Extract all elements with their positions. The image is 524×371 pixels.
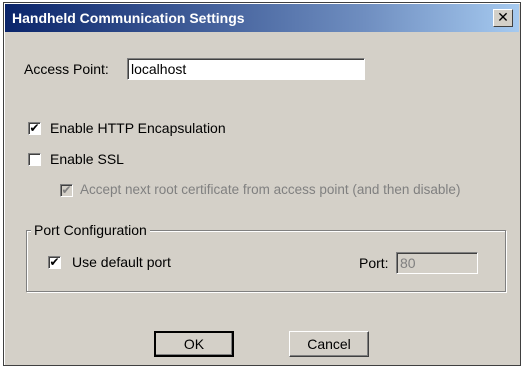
title-bar[interactable]: Handheld Communication Settings ✕ xyxy=(5,4,519,32)
access-point-input[interactable] xyxy=(127,58,365,80)
check-icon: ✔ xyxy=(49,255,60,269)
ok-button[interactable]: OK xyxy=(154,331,234,357)
accept-root-cert-checkbox: ✔ xyxy=(60,184,73,197)
port-input xyxy=(396,252,478,274)
http-encapsulation-label[interactable]: Enable HTTP Encapsulation xyxy=(50,120,226,136)
close-button[interactable]: ✕ xyxy=(493,9,513,27)
enable-ssl-label[interactable]: Enable SSL xyxy=(50,151,124,167)
port-configuration-legend: Port Configuration xyxy=(31,222,150,238)
use-default-port-label[interactable]: Use default port xyxy=(72,254,171,270)
cancel-button[interactable]: Cancel xyxy=(289,331,369,357)
access-point-label: Access Point: xyxy=(24,61,109,77)
check-icon: ✔ xyxy=(61,183,72,197)
check-icon: ✔ xyxy=(29,121,40,135)
port-label: Port: xyxy=(359,255,389,271)
close-icon: ✕ xyxy=(497,9,509,25)
dialog-window: Handheld Communication Settings ✕ Access… xyxy=(3,2,521,366)
use-default-port-checkbox[interactable]: ✔ xyxy=(48,256,61,269)
http-encapsulation-checkbox[interactable]: ✔ xyxy=(28,122,41,135)
window-title: Handheld Communication Settings xyxy=(12,10,245,26)
enable-ssl-checkbox[interactable] xyxy=(28,153,41,166)
accept-root-cert-label: Accept next root certificate from access… xyxy=(80,182,461,197)
